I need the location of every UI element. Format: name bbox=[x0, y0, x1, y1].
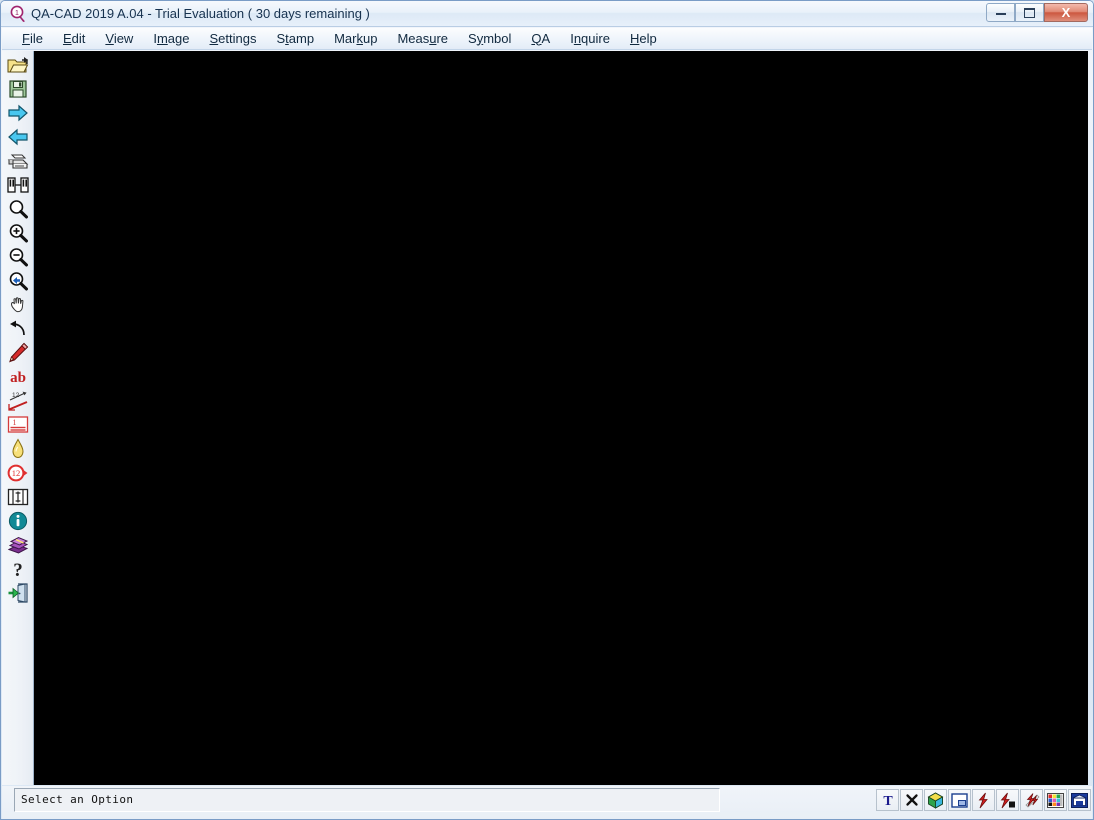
save-file-icon[interactable] bbox=[3, 77, 33, 101]
menu-markup[interactable]: Markup bbox=[324, 29, 387, 49]
svg-text:ab: ab bbox=[10, 370, 26, 386]
undo-icon[interactable] bbox=[3, 317, 33, 341]
info-icon[interactable] bbox=[3, 509, 33, 533]
status-message: Select an Option bbox=[21, 793, 134, 806]
menu-edit[interactable]: Edit bbox=[53, 29, 95, 49]
left-toolbar: ab 12 1 12 ? bbox=[2, 51, 34, 785]
menu-measure[interactable]: Measure bbox=[387, 29, 458, 49]
balloon-number-icon[interactable]: 12 bbox=[3, 461, 33, 485]
zoom-icon[interactable] bbox=[3, 197, 33, 221]
minimize-icon bbox=[987, 4, 1014, 21]
zoom-in-icon[interactable] bbox=[3, 221, 33, 245]
print-icon[interactable] bbox=[3, 149, 33, 173]
svg-text:12: 12 bbox=[11, 468, 20, 478]
qa-cad-logo-icon: 1 bbox=[9, 5, 27, 23]
text-tool-icon[interactable]: T bbox=[876, 789, 899, 811]
menu-file[interactable]: File bbox=[12, 29, 53, 49]
svg-text:1: 1 bbox=[12, 418, 16, 427]
dimension-icon[interactable]: 12 bbox=[3, 389, 33, 413]
menu-qa[interactable]: QA bbox=[521, 29, 560, 49]
status-bar: Select an Option T bbox=[2, 786, 1092, 819]
minimize-button[interactable] bbox=[986, 3, 1015, 22]
compare-images-icon[interactable] bbox=[3, 173, 33, 197]
maximize-icon bbox=[1016, 4, 1043, 21]
menu-stamp[interactable]: Stamp bbox=[266, 29, 324, 49]
close-icon: X bbox=[1061, 5, 1071, 20]
tolerance-icon[interactable] bbox=[3, 485, 33, 509]
lightning-fill-icon[interactable] bbox=[996, 789, 1019, 811]
menu-inquire[interactable]: Inquire bbox=[560, 29, 620, 49]
delete-x-icon[interactable] bbox=[900, 789, 923, 811]
svg-text:?: ? bbox=[13, 560, 23, 580]
cube-3d-icon[interactable] bbox=[924, 789, 947, 811]
help-question-icon[interactable]: ? bbox=[3, 557, 33, 581]
pencil-markup-icon[interactable] bbox=[3, 341, 33, 365]
next-page-icon[interactable] bbox=[3, 101, 33, 125]
color-palette-icon[interactable] bbox=[1044, 789, 1067, 811]
archive-box-icon[interactable] bbox=[1068, 789, 1091, 811]
pan-hand-icon[interactable] bbox=[3, 293, 33, 317]
lightning-red-icon[interactable] bbox=[972, 789, 995, 811]
maximize-button[interactable] bbox=[1015, 3, 1044, 22]
window-layout-icon[interactable] bbox=[948, 789, 971, 811]
bulb-icon[interactable] bbox=[3, 437, 33, 461]
lightning-multi-icon[interactable] bbox=[1020, 789, 1043, 811]
svg-text:1: 1 bbox=[15, 10, 19, 17]
close-button[interactable]: X bbox=[1044, 3, 1088, 22]
exit-door-icon[interactable] bbox=[3, 581, 33, 605]
drawing-canvas[interactable] bbox=[34, 51, 1088, 785]
menu-image[interactable]: Image bbox=[143, 29, 199, 49]
menu-bar: File Edit View Image Settings Stamp Mark… bbox=[2, 28, 1092, 50]
text-ab-icon[interactable]: ab bbox=[3, 365, 33, 389]
menu-help[interactable]: Help bbox=[620, 29, 667, 49]
book-icon[interactable] bbox=[3, 533, 33, 557]
status-message-panel: Select an Option bbox=[14, 788, 720, 812]
menu-view[interactable]: View bbox=[95, 29, 143, 49]
zoom-window-icon[interactable] bbox=[3, 269, 33, 293]
window-title: QA-CAD 2019 A.04 - Trial Evaluation ( 30… bbox=[31, 6, 370, 21]
title-bar: 1 QA-CAD 2019 A.04 - Trial Evaluation ( … bbox=[1, 1, 1093, 27]
menu-symbol[interactable]: Symbol bbox=[458, 29, 521, 49]
open-file-icon[interactable] bbox=[3, 53, 33, 77]
zoom-out-icon[interactable] bbox=[3, 245, 33, 269]
previous-page-icon[interactable] bbox=[3, 125, 33, 149]
application-window: 1 QA-CAD 2019 A.04 - Trial Evaluation ( … bbox=[0, 0, 1094, 820]
status-icon-group: T bbox=[876, 788, 1092, 812]
svg-text:T: T bbox=[883, 794, 893, 808]
menu-settings[interactable]: Settings bbox=[200, 29, 267, 49]
balloon-line-icon[interactable]: 1 bbox=[3, 413, 33, 437]
